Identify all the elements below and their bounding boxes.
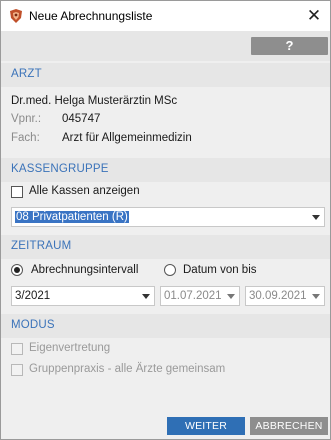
dialog-window: Neue Abrechnungsliste ✕ ? ARZT Dr.med. H… <box>0 0 331 440</box>
abbrechen-button[interactable]: ABBRECHEN <box>250 417 328 435</box>
radio-abrechnungsintervall-label[interactable]: Abrechnungsintervall <box>31 264 138 276</box>
alle-kassen-checkbox[interactable] <box>11 186 23 198</box>
chevron-down-icon <box>142 294 150 299</box>
help-button[interactable]: ? <box>251 37 328 55</box>
kassengruppe-select[interactable]: 08 Privatpatienten (R) <box>11 207 325 227</box>
app-logo-icon <box>10 9 22 23</box>
toolbar: ? <box>1 31 330 61</box>
weiter-button[interactable]: WEITER <box>167 417 245 435</box>
vpnr-value: 045747 <box>62 113 101 125</box>
section-header-arzt: ARZT <box>1 63 330 87</box>
section-title-modus: MODUS <box>11 319 55 331</box>
date-from-value: 01.07.2021 <box>164 290 222 302</box>
gruppenpraxis-checkbox[interactable] <box>11 364 23 376</box>
section-title-kassengruppe: KASSENGRUPPE <box>11 163 109 175</box>
title-bar: Neue Abrechnungsliste ✕ <box>1 1 330 31</box>
date-to-picker[interactable]: 30.09.2021 <box>245 286 325 306</box>
gruppenpraxis-label: Gruppenpraxis - alle Ärzte gemeinsam <box>29 363 226 375</box>
alle-kassen-label[interactable]: Alle Kassen anzeigen <box>29 185 140 197</box>
intervall-select[interactable]: 3/2021 <box>11 286 155 306</box>
intervall-value: 3/2021 <box>15 290 51 302</box>
window-title: Neue Abrechnungsliste <box>29 9 153 23</box>
section-header-zeitraum: ZEITRAUM <box>1 235 330 259</box>
section-title-zeitraum: ZEITRAUM <box>11 240 72 252</box>
chevron-down-icon <box>312 294 320 299</box>
chevron-down-icon <box>227 294 235 299</box>
radio-datum-von-bis-label[interactable]: Datum von bis <box>183 264 257 276</box>
close-button[interactable]: ✕ <box>302 4 326 28</box>
date-from-picker[interactable]: 01.07.2021 <box>160 286 240 306</box>
kassengruppe-selected-value: 08 Privatpatienten (R) <box>15 211 129 223</box>
radio-abrechnungsintervall[interactable] <box>11 264 23 276</box>
section-header-modus: MODUS <box>1 314 330 338</box>
section-header-kassengruppe: KASSENGRUPPE <box>1 158 330 182</box>
fach-value: Arzt für Allgemeinmedizin <box>62 132 192 144</box>
vpnr-label: Vpnr.: <box>11 113 42 125</box>
doctor-name: Dr.med. Helga Musterärztin MSc <box>11 95 178 107</box>
date-to-value: 30.09.2021 <box>249 290 307 302</box>
eigenvertretung-checkbox[interactable] <box>11 343 23 355</box>
section-title-arzt: ARZT <box>11 68 42 80</box>
eigenvertretung-label: Eigenvertretung <box>29 342 111 354</box>
fach-label: Fach: <box>11 132 40 144</box>
chevron-down-icon <box>312 215 320 220</box>
radio-datum-von-bis[interactable] <box>164 264 176 276</box>
